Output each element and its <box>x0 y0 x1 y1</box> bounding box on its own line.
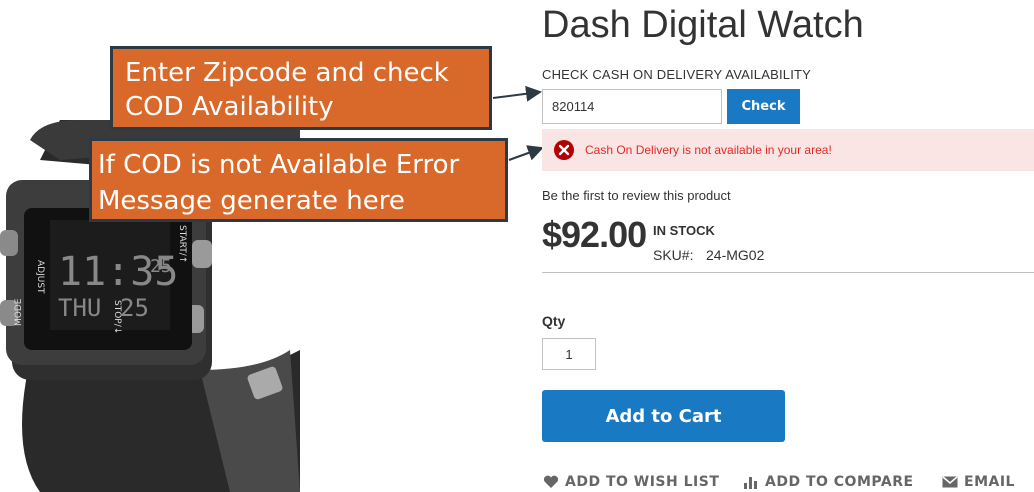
add-to-wishlist-link[interactable]: ADD TO WISH LIST <box>543 474 719 490</box>
product-price: $92.00 <box>542 214 647 255</box>
sku-label: SKU#: <box>653 247 694 263</box>
bar-chart-icon <box>744 477 757 489</box>
review-link[interactable]: Be the first to review this product <box>542 188 731 203</box>
envelope-icon <box>942 476 958 488</box>
error-text: Cash On Delivery is not available in you… <box>585 143 832 157</box>
email-label: EMAIL <box>964 474 1015 490</box>
wishlist-label: ADD TO WISH LIST <box>565 474 720 490</box>
sku-value: 24-MG02 <box>706 247 765 263</box>
stock-status: IN STOCK <box>653 223 715 238</box>
qty-label: Qty <box>542 313 566 329</box>
add-to-compare-link[interactable]: ADD TO COMPARE <box>743 474 914 490</box>
cod-label: CHECK CASH ON DELIVERY AVAILABILITY <box>542 67 812 82</box>
divider <box>542 272 1034 273</box>
compare-label: ADD TO COMPARE <box>765 474 914 490</box>
annotation-arrows <box>492 85 544 161</box>
product-title: Dash Digital Watch <box>542 4 864 46</box>
cod-error-message: Cash On Delivery is not available in you… <box>542 129 1034 171</box>
zipcode-input[interactable] <box>542 89 722 124</box>
heart-icon <box>543 475 559 488</box>
check-button[interactable]: Check <box>727 89 800 124</box>
error-icon <box>554 140 574 160</box>
qty-input[interactable] <box>542 338 596 370</box>
email-link[interactable]: EMAIL <box>942 474 1015 490</box>
arrow-to-zip <box>492 85 542 102</box>
arrow-to-error <box>508 145 544 161</box>
add-to-cart-button[interactable]: Add to Cart <box>542 390 785 442</box>
